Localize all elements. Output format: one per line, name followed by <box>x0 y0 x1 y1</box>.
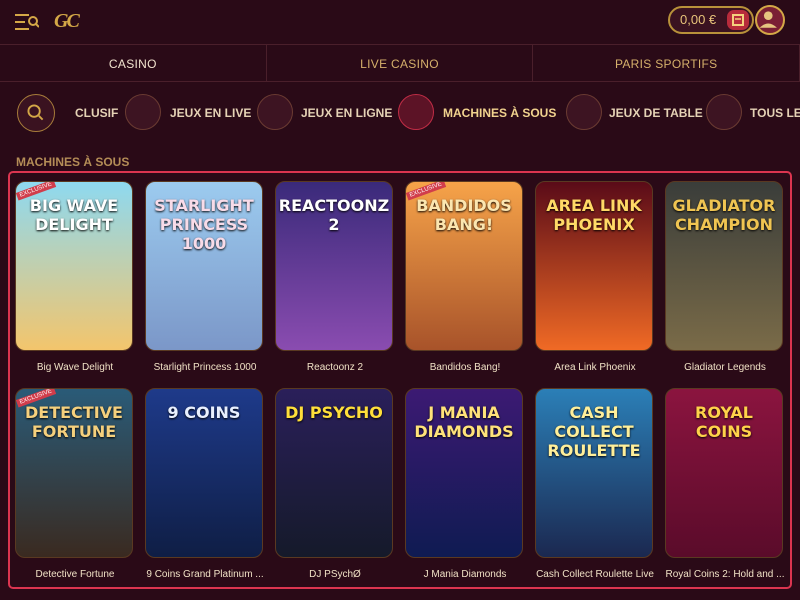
cherry-icon[interactable] <box>706 94 742 130</box>
game-title: Bandidos Bang! <box>429 362 501 373</box>
game-title: Starlight Princess 1000 <box>153 362 257 373</box>
category-jeux-en-live[interactable]: JEUX EN LIVE <box>170 106 251 120</box>
table-icon[interactable] <box>257 94 293 130</box>
game-title: Royal Coins 2: Hold and ... <box>665 569 785 580</box>
game-card-cash-collect[interactable]: Cash Collect Roulette <box>535 388 653 558</box>
main-tabs: CASINO LIVE CASINO PARIS SPORTIFS <box>0 44 800 82</box>
section-title: MACHINES À SOUS <box>16 155 130 169</box>
category-bar: CLUSIF JEUX EN LIVE JEUX EN LIGNE MACHIN… <box>0 88 800 138</box>
slot-icon[interactable] <box>398 94 434 130</box>
game-card-detective[interactable]: EXCLUSIVE Detective Fortune <box>15 388 133 558</box>
game-title: DJ PSychØ <box>309 569 361 580</box>
tab-casino[interactable]: CASINO <box>0 45 267 81</box>
game-title: Gladiator Legends <box>684 362 766 373</box>
game-card-9-coins[interactable]: 9 Coins <box>145 388 263 558</box>
menu-icon[interactable] <box>15 12 39 32</box>
user-icon[interactable] <box>755 5 785 35</box>
game-title: Area Link Phoenix <box>554 362 636 373</box>
game-card-gladiator[interactable]: Gladiator Champion <box>665 181 783 351</box>
game-card-dj-psycho[interactable]: DJ Psycho <box>275 388 393 558</box>
category-tous-les[interactable]: TOUS LES <box>750 106 800 120</box>
category-machines-a-sous[interactable]: MACHINES À SOUS <box>443 106 556 120</box>
chip-icon[interactable] <box>566 94 602 130</box>
game-title: Cash Collect Roulette Live <box>536 569 654 580</box>
tab-live-casino[interactable]: LIVE CASINO <box>267 45 534 81</box>
next-row-strip <box>8 589 792 600</box>
game-card-j-mania[interactable]: J Mania Diamonds <box>405 388 523 558</box>
game-title: Detective Fortune <box>35 569 115 580</box>
game-card-phoenix[interactable]: Area Link Phoenix <box>535 181 653 351</box>
cards-icon[interactable] <box>125 94 161 130</box>
game-title: Reactoonz 2 <box>306 362 364 373</box>
top-bar: GC 0,00 € <box>0 0 800 44</box>
game-card-starlight[interactable]: Starlight Princess 1000 <box>145 181 263 351</box>
game-card-reactoonz[interactable]: Reactoonz 2 <box>275 181 393 351</box>
search-icon[interactable] <box>17 94 55 132</box>
category-jeux-de-table[interactable]: JEUX DE TABLE <box>609 106 703 120</box>
game-card-royal-coins[interactable]: Royal Coins <box>665 388 783 558</box>
balance-pill[interactable]: 0,00 € <box>668 6 754 34</box>
game-card-big-wave[interactable]: EXCLUSIVE Big Wave Delight <box>15 181 133 351</box>
logo[interactable]: GC <box>54 6 82 36</box>
wallet-icon[interactable] <box>727 10 749 30</box>
game-title: Big Wave Delight <box>36 362 114 373</box>
tab-paris-sportifs[interactable]: PARIS SPORTIFS <box>533 45 800 81</box>
game-card-bandidos[interactable]: EXCLUSIVE Bandidos Bang! <box>405 181 523 351</box>
game-title: J Mania Diamonds <box>423 569 507 580</box>
category-exclusif[interactable]: CLUSIF <box>75 106 118 120</box>
game-title: 9 Coins Grand Platinum ... <box>146 569 264 580</box>
category-jeux-en-ligne[interactable]: JEUX EN LIGNE <box>301 106 392 120</box>
balance-amount: 0,00 € <box>680 12 717 27</box>
